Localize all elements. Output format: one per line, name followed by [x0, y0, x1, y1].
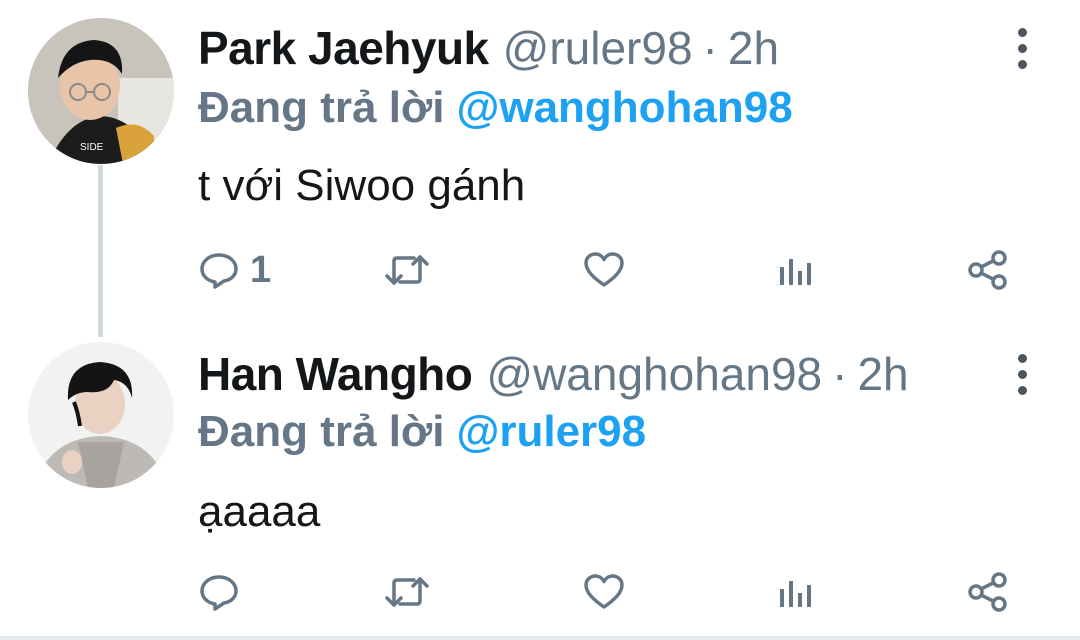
dot: [1017, 369, 1027, 379]
reply-icon: [198, 571, 240, 613]
reply-icon: [198, 249, 240, 291]
display-name[interactable]: Park Jaehyuk: [198, 18, 489, 78]
reply-button[interactable]: [198, 562, 250, 622]
like-button[interactable]: [582, 562, 626, 622]
dot: [1017, 353, 1027, 363]
reply-mention-link[interactable]: @ruler98: [456, 407, 646, 456]
user-handle[interactable]: @ruler98: [503, 18, 693, 78]
avatar[interactable]: SIDE: [28, 18, 174, 164]
replying-to: Đang trả lời @wanghohan98: [198, 78, 793, 138]
separator: ·: [702, 22, 718, 74]
divider: [0, 636, 1080, 640]
reply-count: 1: [250, 248, 272, 291]
display-name[interactable]: Han Wangho: [198, 344, 473, 404]
avatar[interactable]: [28, 342, 174, 488]
more-vertical-icon[interactable]: [1002, 18, 1042, 78]
dot: [1017, 27, 1027, 37]
analytics-button[interactable]: [776, 240, 816, 300]
tweet[interactable]: SIDE Park Jaehyuk @ruler98 · 2h Đang trả…: [0, 0, 1080, 330]
tweet-text: ạaaaa: [198, 487, 321, 536]
heart-icon: [582, 571, 626, 613]
share-button[interactable]: [966, 240, 1010, 300]
separator: ·: [832, 348, 848, 400]
share-icon: [966, 570, 1010, 614]
replying-to: Đang trả lời @ruler98: [198, 402, 646, 462]
tweet-header: Park Jaehyuk @ruler98 · 2h: [198, 18, 779, 78]
analytics-button[interactable]: [776, 562, 816, 622]
like-button[interactable]: [582, 240, 626, 300]
replying-to-label: Đang trả lời: [198, 83, 445, 132]
retweet-icon: [384, 249, 430, 291]
retweet-icon: [384, 571, 430, 613]
timestamp[interactable]: 2h: [728, 18, 779, 78]
share-icon: [966, 248, 1010, 292]
tweet-header: Han Wangho @wanghohan98 · 2h: [198, 344, 909, 404]
analytics-icon: [776, 249, 816, 291]
analytics-icon: [776, 571, 816, 613]
retweet-button[interactable]: [384, 240, 430, 300]
replying-to-label: Đang trả lời: [198, 407, 445, 456]
share-button[interactable]: [966, 562, 1010, 622]
timestamp[interactable]: 2h: [857, 344, 908, 404]
dot: [1017, 385, 1027, 395]
tweet-actions: 1: [198, 240, 1018, 300]
heart-icon: [582, 249, 626, 291]
dot: [1017, 59, 1027, 69]
dot: [1017, 43, 1027, 53]
more-vertical-icon[interactable]: [1002, 344, 1042, 404]
tweet-text: t với Siwoo gánh: [198, 161, 526, 210]
tweet[interactable]: Han Wangho @wanghohan98 · 2h Đang trả lờ…: [0, 330, 1080, 640]
user-handle[interactable]: @wanghohan98: [486, 344, 822, 404]
tweet-actions: [198, 562, 1018, 622]
reply-button[interactable]: 1: [198, 240, 271, 300]
retweet-button[interactable]: [384, 562, 430, 622]
reply-mention-link[interactable]: @wanghohan98: [456, 83, 792, 132]
svg-text:SIDE: SIDE: [80, 142, 104, 153]
